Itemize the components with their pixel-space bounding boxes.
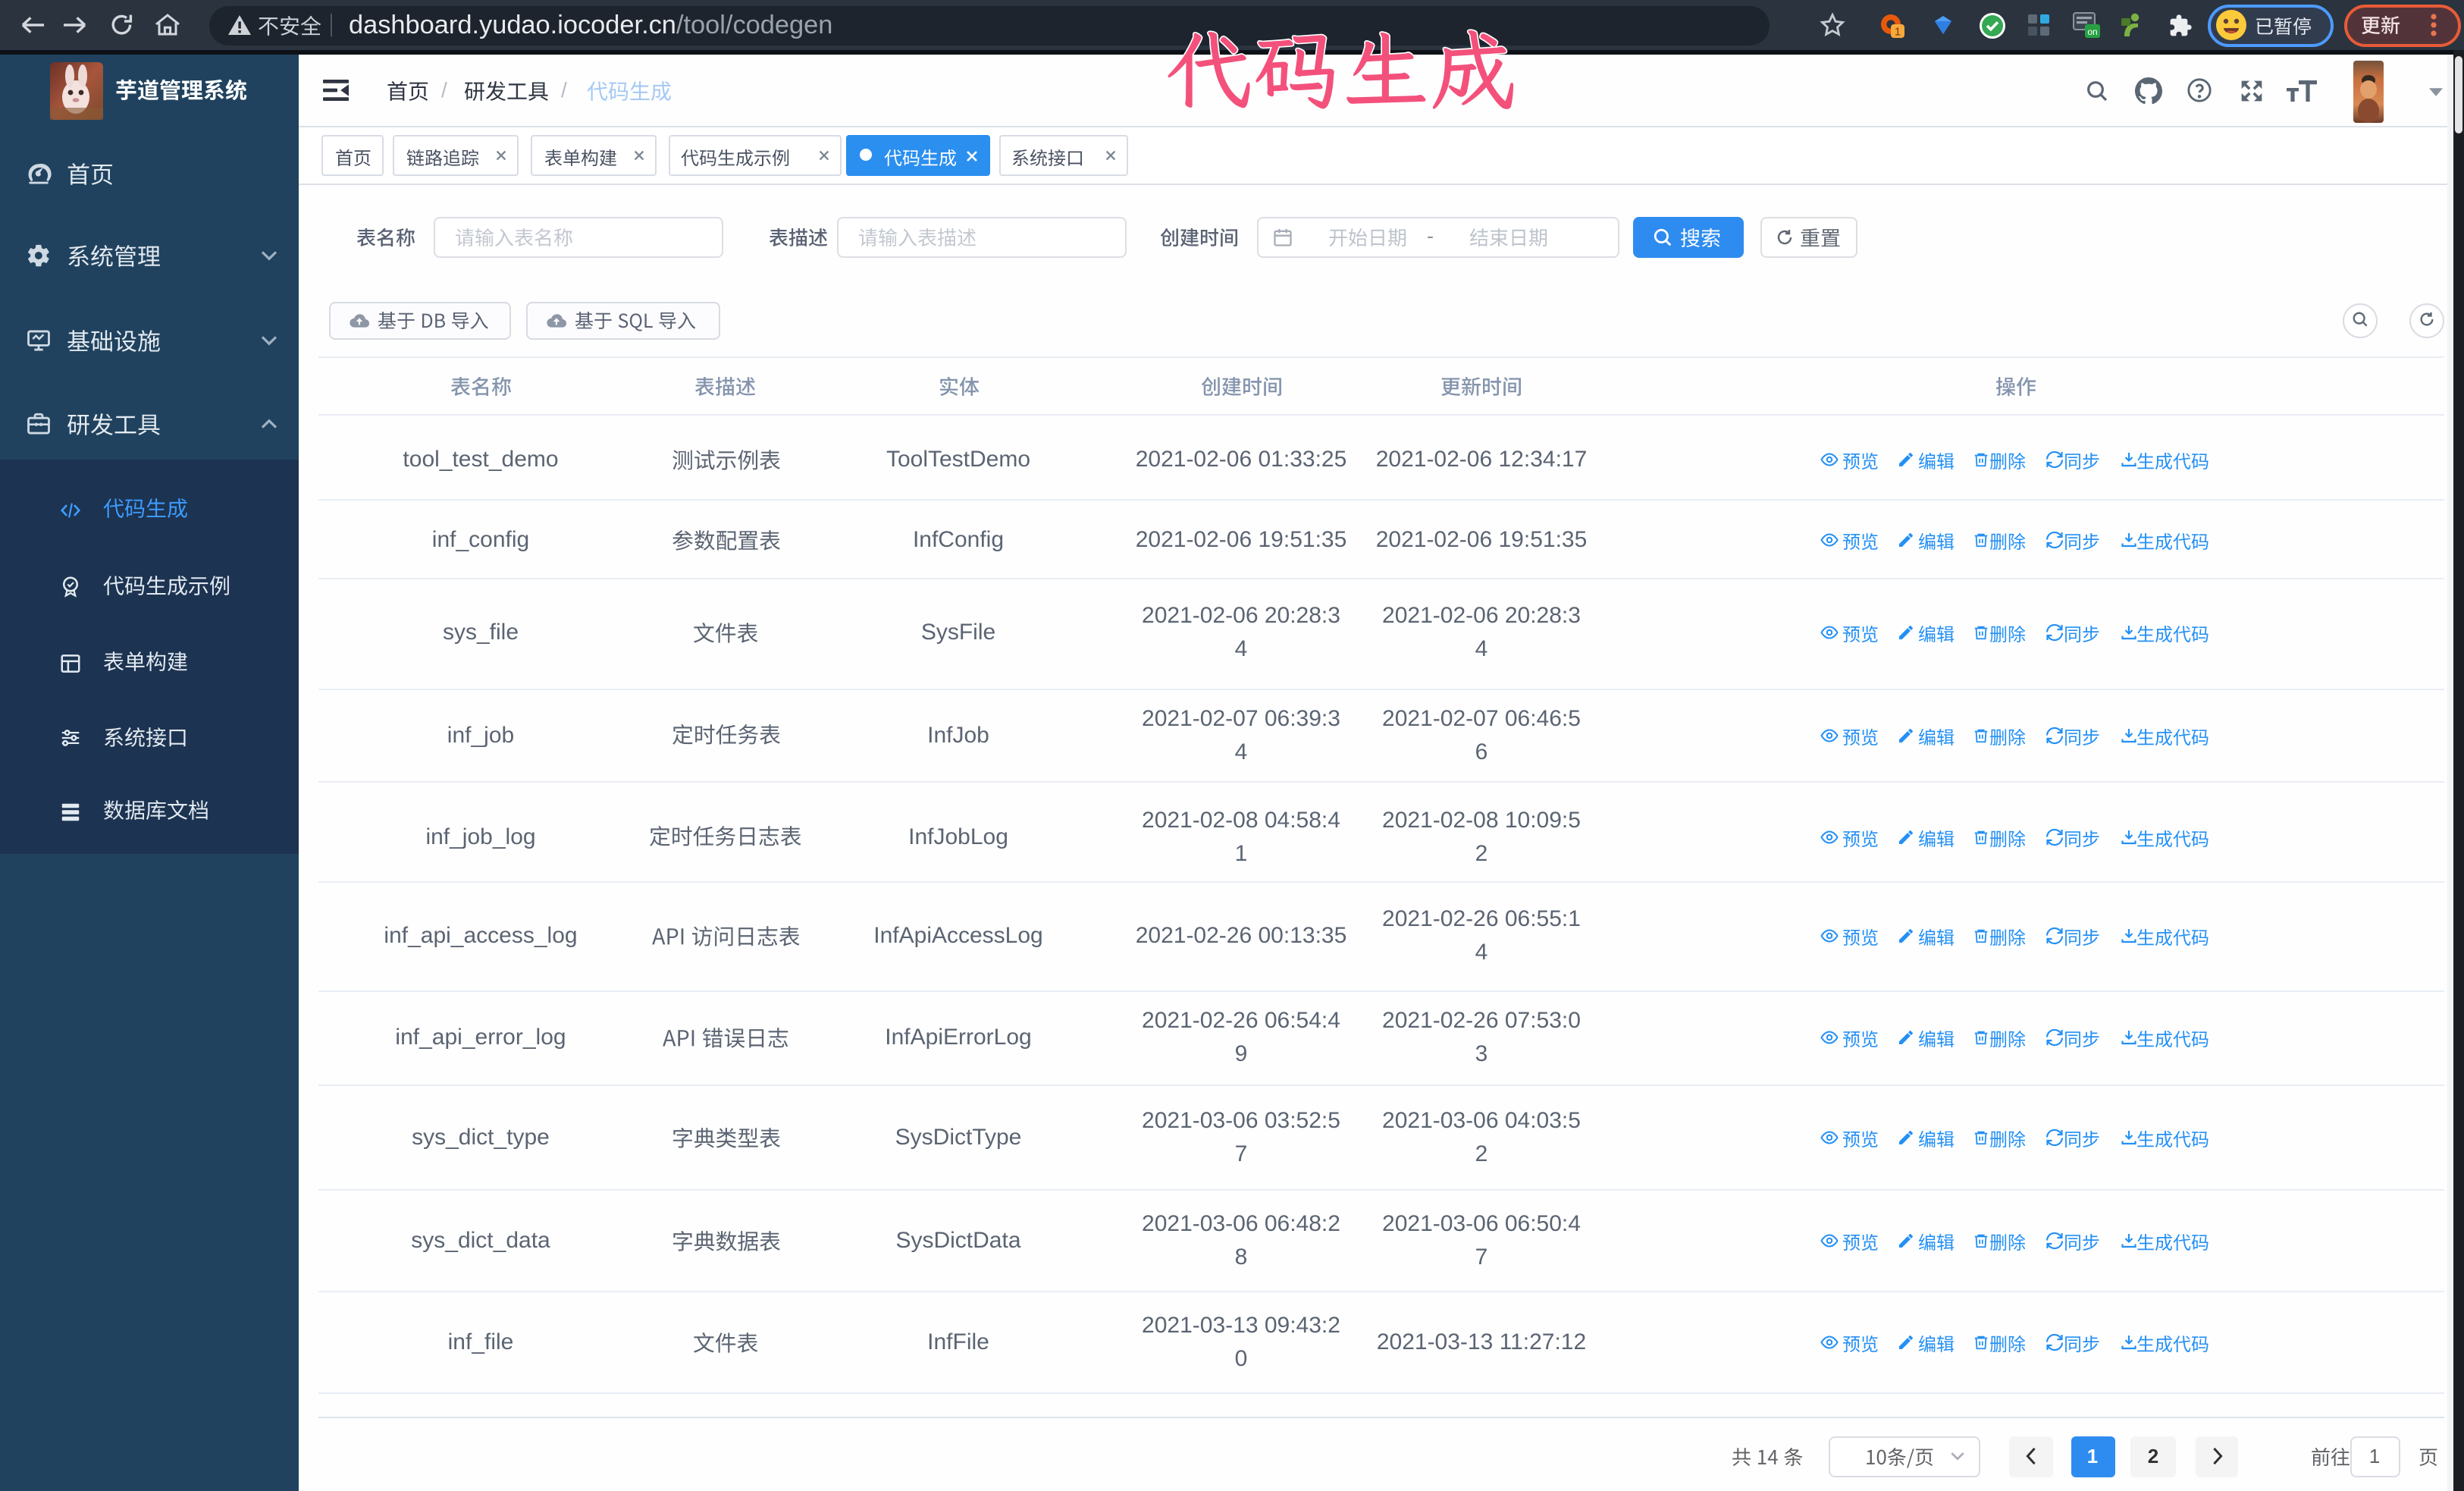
- svg-text:1: 1: [1895, 25, 1901, 38]
- svg-text:on: on: [2087, 27, 2097, 37]
